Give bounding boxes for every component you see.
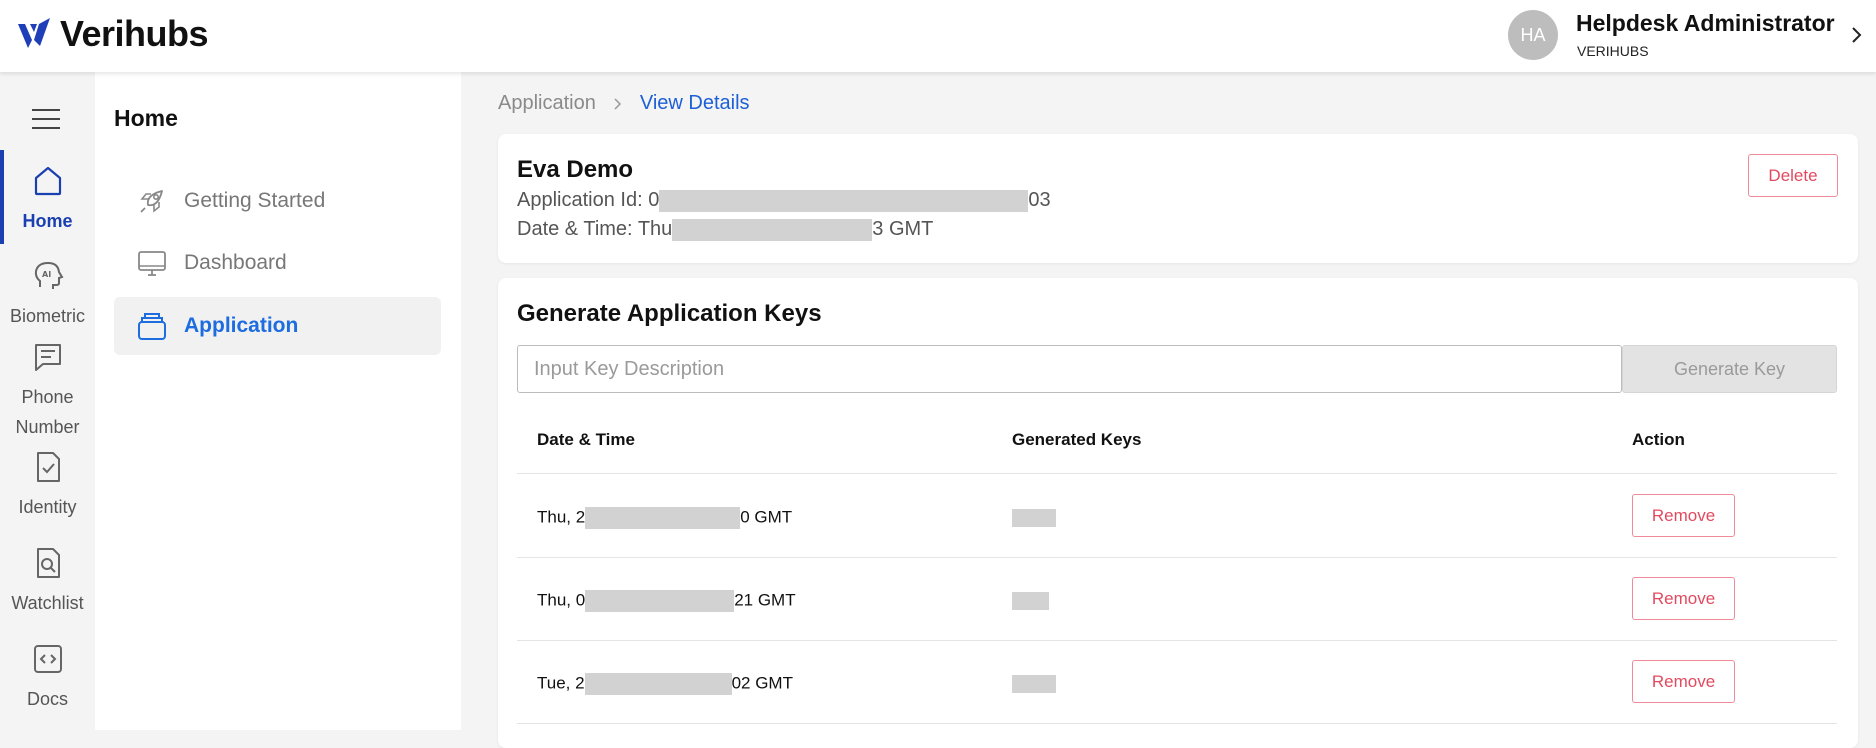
sidebar-title: Home — [114, 105, 178, 131]
redacted-block — [585, 590, 735, 612]
table-row: Thu, 2 0 GMT Remove — [517, 475, 1837, 558]
monitor-icon — [138, 251, 166, 276]
remove-button[interactable]: Remove — [1632, 494, 1735, 537]
user-organization: VERIHUBS — [1577, 43, 1649, 59]
generate-keys-card: Generate Application Keys Generate Key D… — [498, 278, 1858, 748]
svg-text:AI: AI — [42, 270, 51, 279]
application-datetime: Date & Time: Thu 3 GMT — [517, 218, 933, 241]
generate-key-button[interactable]: Generate Key — [1622, 345, 1837, 393]
sidebar-item-application[interactable]: Application — [114, 297, 441, 355]
application-details-card: Eva Demo Application Id: 0 03 Date & Time… — [498, 134, 1858, 263]
stack-icon — [138, 313, 166, 340]
breadcrumb-view-details: View Details — [639, 92, 750, 114]
code-icon — [33, 645, 62, 673]
application-datetime-suffix: 3 GMT — [872, 218, 934, 240]
application-id: Application Id: 0 03 — [517, 189, 1051, 212]
brand-name[interactable]: Verihubs — [60, 13, 209, 55]
home-icon — [34, 166, 61, 196]
table-row: Tue, 2 02 GMT Remove — [517, 641, 1837, 724]
row-datetime-prefix: Thu, 0 — [537, 590, 586, 610]
rail-item-label: Identity — [18, 497, 77, 517]
sidebar-item-label: Dashboard — [184, 251, 287, 274]
top-bar: Verihubs HA Helpdesk Administrator VERIH… — [0, 0, 1876, 72]
chevron-right-icon[interactable] — [1848, 20, 1866, 50]
sidebar: Home Getting Started Dashboard Applicati… — [95, 72, 461, 730]
row-datetime-prefix: Thu, 2 — [537, 507, 586, 527]
rail-item-label: Home — [22, 211, 73, 231]
application-id-suffix: 03 — [1028, 189, 1051, 211]
redacted-block — [659, 189, 1029, 212]
column-header-generated-keys: Generated Keys — [1012, 430, 1142, 449]
rail-item-label: Docs — [26, 689, 68, 709]
row-generated-key — [1012, 673, 1056, 693]
hamburger-menu-icon[interactable] — [30, 106, 62, 132]
row-datetime: Thu, 0 21 GMT — [537, 590, 796, 612]
column-header-action: Action — [1632, 430, 1685, 449]
chevron-right-icon — [614, 97, 621, 110]
rail-item-label: Biometric — [9, 306, 85, 326]
user-name: Helpdesk Administrator — [1576, 10, 1835, 36]
remove-button[interactable]: Remove — [1632, 660, 1735, 703]
redacted-block — [585, 507, 741, 529]
application-name: Eva Demo — [517, 156, 634, 183]
remove-button[interactable]: Remove — [1632, 577, 1735, 620]
sidebar-item-label: Getting Started — [184, 189, 326, 212]
row-generated-key — [1012, 507, 1056, 527]
keys-table-header: Date & Time Generated Keys Action — [517, 426, 1837, 474]
sidebar-item-getting-started[interactable]: Getting Started — [114, 172, 441, 230]
generate-keys-title: Generate Application Keys — [517, 300, 822, 327]
rail-item-identity[interactable]: Identity — [0, 450, 95, 522]
document-check-icon — [36, 452, 60, 482]
row-generated-key — [1012, 590, 1049, 610]
rail-item-label: Phone Number — [15, 387, 80, 437]
application-datetime-prefix: Thu — [637, 218, 673, 240]
row-datetime-suffix: 0 GMT — [740, 507, 793, 527]
row-datetime-suffix: 21 GMT — [734, 590, 796, 610]
rail-item-biometric[interactable]: AI Biometric — [0, 259, 95, 331]
rail-item-watchlist[interactable]: Watchlist — [0, 546, 95, 618]
application-id-prefix: 0 — [648, 189, 660, 211]
application-id-label: Application Id: — [517, 189, 643, 211]
row-datetime-prefix: Tue, 2 — [537, 673, 585, 693]
application-datetime-label: Date & Time: — [517, 218, 633, 240]
redacted-block — [672, 218, 873, 241]
delete-button[interactable]: Delete — [1748, 154, 1838, 197]
document-search-icon — [36, 548, 60, 578]
row-datetime: Tue, 2 02 GMT — [537, 673, 793, 695]
rocket-icon — [140, 190, 163, 213]
redacted-block — [1012, 508, 1056, 527]
message-icon — [34, 344, 61, 371]
breadcrumb-application[interactable]: Application — [498, 92, 596, 115]
rail-item-label: Watchlist — [11, 593, 84, 613]
table-row: Thu, 0 21 GMT Remove — [517, 558, 1837, 641]
sidebar-item-dashboard[interactable]: Dashboard — [114, 234, 441, 292]
redacted-block — [584, 673, 732, 695]
rail-item-phone-number[interactable]: Phone Number — [0, 340, 95, 442]
row-datetime-suffix: 02 GMT — [731, 673, 793, 693]
sidebar-item-label: Application — [184, 314, 299, 337]
redacted-block — [1012, 591, 1049, 610]
column-header-datetime: Date & Time — [537, 430, 635, 449]
user-avatar[interactable]: HA — [1508, 10, 1558, 60]
breadcrumb: Application View Details — [498, 92, 750, 115]
rail-item-docs[interactable]: Docs — [0, 642, 95, 714]
row-datetime: Thu, 2 0 GMT — [537, 507, 792, 529]
key-description-input[interactable] — [517, 345, 1622, 393]
rail-item-home[interactable]: Home — [0, 164, 95, 236]
ai-head-icon: AI — [34, 261, 63, 289]
verihubs-logo-icon[interactable] — [18, 18, 50, 48]
redacted-block — [1012, 674, 1056, 693]
